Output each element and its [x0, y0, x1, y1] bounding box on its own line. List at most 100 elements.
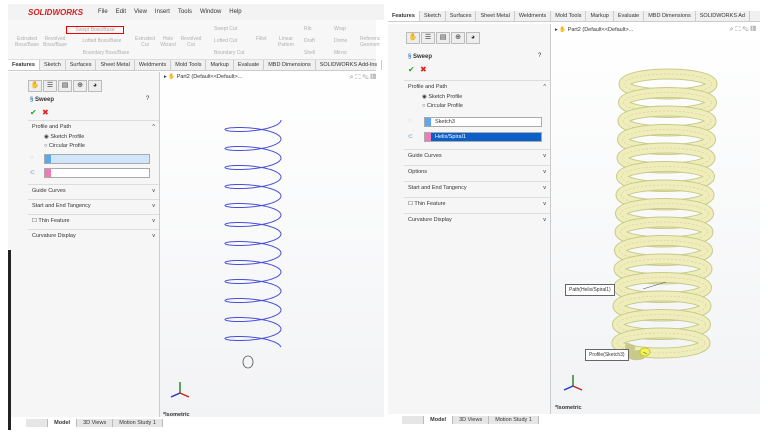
- tab-surfaces[interactable]: Surfaces: [446, 11, 477, 21]
- dome-button[interactable]: Dome: [334, 38, 347, 44]
- profile-and-path-section[interactable]: Profile and Path ^: [28, 120, 159, 133]
- sketch-profile-radio[interactable]: ◉ Sketch Profile: [422, 94, 462, 100]
- menu-insert[interactable]: Insert: [155, 9, 170, 15]
- dimxpert-icon[interactable]: ⊕: [451, 32, 465, 44]
- ok-icon[interactable]: ✔: [408, 65, 415, 74]
- menu-view[interactable]: View: [134, 9, 147, 15]
- path-callout[interactable]: Path(Helix/Spiral1): [565, 284, 615, 296]
- tab-features[interactable]: Features: [388, 11, 420, 21]
- tab-motion-study[interactable]: Motion Study 1: [113, 419, 163, 427]
- extruded-cut-button[interactable]: Extruded Cut: [134, 36, 156, 48]
- display-manager-icon[interactable]: ◕: [88, 80, 102, 92]
- checkbox[interactable]: ☐: [32, 218, 37, 224]
- tab-evaluate[interactable]: Evaluate: [614, 11, 645, 21]
- boundary-cut-button[interactable]: Boundary Cut: [214, 50, 245, 56]
- tab-3d-views[interactable]: 3D Views: [77, 419, 114, 427]
- sketch-profile-radio[interactable]: ◉ Sketch Profile: [44, 134, 84, 140]
- menu-window[interactable]: Window: [200, 9, 221, 15]
- menu-help[interactable]: Help: [229, 9, 241, 15]
- reference-geometry-button[interactable]: Reference Geometry: [360, 36, 380, 48]
- section-label: Profile and Path: [32, 124, 72, 130]
- path-field[interactable]: Helix/Spiral1: [424, 132, 542, 142]
- display-manager-icon[interactable]: ◕: [466, 32, 480, 44]
- swept-cut-button[interactable]: Swept Cut: [214, 26, 237, 32]
- tab-addins[interactable]: SOLIDWORKS Ad: [696, 11, 750, 21]
- ok-icon[interactable]: ✔: [30, 108, 37, 117]
- profile-callout[interactable]: Profile(Sketch3): [585, 349, 629, 361]
- rib-button[interactable]: Rib: [304, 26, 312, 32]
- boundary-boss-button[interactable]: Boundary Boss/Base: [74, 50, 138, 56]
- shell-button[interactable]: Shell: [304, 50, 315, 56]
- menu-edit[interactable]: Edit: [116, 9, 126, 15]
- menu-tools[interactable]: Tools: [178, 9, 192, 15]
- tab-scroll-buttons[interactable]: [26, 419, 49, 427]
- extruded-boss-button[interactable]: Extruded Boss/Base: [14, 36, 40, 48]
- tab-scroll-buttons[interactable]: [402, 416, 425, 424]
- chevron-down-icon: v: [152, 233, 155, 239]
- curvature-display-section[interactable]: Curvature Display v: [404, 213, 550, 226]
- tab-sketch[interactable]: Sketch: [40, 60, 66, 70]
- checkbox[interactable]: ☐: [408, 201, 413, 207]
- revolved-boss-button[interactable]: Revolved Boss/Base: [42, 36, 68, 48]
- fillet-button[interactable]: Fillet: [256, 36, 267, 42]
- tab-mbd-dimensions[interactable]: MBD Dimensions: [644, 11, 696, 21]
- tab-3d-views[interactable]: 3D Views: [453, 416, 490, 424]
- linear-pattern-button[interactable]: Linear Pattern: [276, 36, 296, 48]
- tab-model[interactable]: Model: [48, 419, 78, 427]
- feature-manager-icon[interactable]: ✋: [406, 32, 420, 44]
- profile-field[interactable]: Sketch3: [424, 117, 542, 127]
- tangency-section[interactable]: Start and End Tangency v: [28, 199, 159, 212]
- tab-sheet-metal[interactable]: Sheet Metal: [96, 60, 135, 70]
- tab-evaluate[interactable]: Evaluate: [234, 60, 265, 70]
- graphics-area[interactable]: ▸ ✋ Part2 (Default<<Default>... ⌕ ⛶ ✎ ▥ …: [551, 24, 760, 414]
- profile-and-path-section[interactable]: Profile and Path ^: [404, 80, 550, 93]
- tab-more[interactable]: MB: [382, 60, 384, 70]
- tab-weldments[interactable]: Weldments: [135, 60, 172, 70]
- feature-manager-icon[interactable]: ✋: [28, 80, 42, 92]
- revolved-cut-button[interactable]: Revolved Cut: [180, 36, 202, 48]
- lofted-cut-button[interactable]: Lofted Cut: [214, 38, 237, 44]
- profile-field[interactable]: [44, 154, 150, 164]
- thin-feature-section[interactable]: ☐ Thin Feature v: [404, 197, 550, 210]
- guide-curves-section[interactable]: Guide Curves v: [404, 149, 550, 162]
- tab-mold-tools[interactable]: Mold Tools: [171, 60, 207, 70]
- circular-profile-radio[interactable]: ○ Circular Profile: [44, 143, 85, 149]
- cancel-icon[interactable]: ✖: [42, 108, 49, 117]
- tab-markup[interactable]: Markup: [586, 11, 614, 21]
- thin-feature-section[interactable]: ☐ Thin Feature v: [28, 214, 159, 227]
- mirror-button[interactable]: Mirror: [334, 50, 347, 56]
- curvature-display-section[interactable]: Curvature Display v: [28, 229, 159, 242]
- tangency-section[interactable]: Start and End Tangency v: [404, 181, 550, 194]
- property-manager-icon[interactable]: ☰: [421, 32, 435, 44]
- cancel-icon[interactable]: ✖: [420, 65, 427, 74]
- help-icon[interactable]: ?: [538, 53, 541, 59]
- help-icon[interactable]: ?: [146, 96, 149, 102]
- guide-curves-section[interactable]: Guide Curves v: [28, 184, 159, 197]
- tab-mbd-dimensions[interactable]: MBD Dimensions: [264, 60, 316, 70]
- dimxpert-icon[interactable]: ⊕: [73, 80, 87, 92]
- scrollbar[interactable]: [8, 250, 11, 430]
- hole-wizard-button[interactable]: Hole Wizard: [158, 36, 178, 48]
- circular-profile-radio[interactable]: ○ Circular Profile: [422, 103, 463, 109]
- configuration-manager-icon[interactable]: ▤: [58, 80, 72, 92]
- tab-weldments[interactable]: Weldments: [515, 11, 552, 21]
- tab-motion-study[interactable]: Motion Study 1: [489, 416, 539, 424]
- options-section[interactable]: Options v: [404, 165, 550, 178]
- swept-boss-button[interactable]: Swept Boss/Base: [66, 26, 124, 34]
- tab-model[interactable]: Model: [424, 416, 454, 424]
- tab-sheet-metal[interactable]: Sheet Metal: [476, 11, 515, 21]
- tab-surfaces[interactable]: Surfaces: [66, 60, 97, 70]
- configuration-manager-icon[interactable]: ▤: [436, 32, 450, 44]
- graphics-area[interactable]: ▸ ✋ Part2 (Default<<Default>... ⌕ ⛶ ✎ ▥ …: [160, 72, 384, 418]
- tab-sketch[interactable]: Sketch: [420, 11, 446, 21]
- lofted-boss-button[interactable]: Lofted Boss/Base: [74, 38, 130, 44]
- tab-mold-tools[interactable]: Mold Tools: [551, 11, 587, 21]
- tab-features[interactable]: Features: [8, 60, 40, 70]
- wrap-button[interactable]: Wrap: [334, 26, 346, 32]
- property-manager-icon[interactable]: ☰: [43, 80, 57, 92]
- tab-addins[interactable]: SOLIDWORKS Add-Ins: [316, 60, 383, 70]
- path-field[interactable]: [44, 168, 150, 178]
- menu-file[interactable]: File: [98, 9, 108, 15]
- tab-markup[interactable]: Markup: [206, 60, 234, 70]
- draft-button[interactable]: Draft: [304, 38, 315, 44]
